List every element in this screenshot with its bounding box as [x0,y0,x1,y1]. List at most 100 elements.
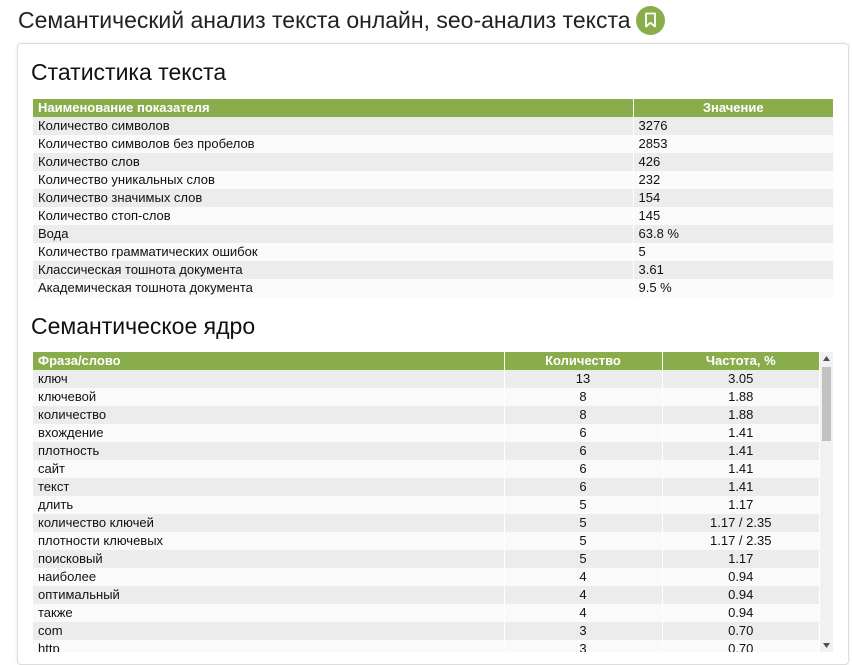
semantic-frequency: 1.41 [662,424,819,442]
stats-header-value: Значение [633,99,833,117]
semantic-frequency: 0.94 [662,568,819,586]
semantic-phrase: длить [33,496,505,514]
stats-metric-name: Академическая тошнота документа [33,279,634,297]
semantic-frequency: 0.94 [662,604,819,622]
semantic-count: 4 [504,586,663,604]
stats-header-row: Наименование показателя Значение [33,99,833,117]
semantic-frequency: 1.88 [662,388,819,406]
semantic-row: также 4 0.94 [33,604,819,622]
semantic-row: сайт 6 1.41 [33,460,819,478]
semantic-row: http 3 0.70 [33,640,819,652]
semantic-count: 6 [504,442,663,460]
stats-metric-name: Количество значимых слов [33,189,634,207]
stats-metric-name: Количество символов без пробелов [33,135,634,153]
semantic-frequency: 1.17 [662,496,819,514]
stats-metric-value: 9.5 % [633,279,833,297]
semantic-phrase: плотности ключевых [33,532,505,550]
bookmark-icon [644,12,656,28]
semantic-header-row: Фраза/слово Количество Частота, % [33,352,819,370]
stats-row: Академическая тошнота документа 9.5 % [33,279,833,297]
stats-row: Количество уникальных слов 232 [33,171,833,189]
semantic-count: 8 [504,388,663,406]
stats-row: Количество слов 426 [33,153,833,171]
stats-row: Количество стоп-слов 145 [33,207,833,225]
semantic-count: 8 [504,406,663,424]
semantic-row: ключ 13 3.05 [33,370,819,388]
stats-metric-name: Количество грамматических ошибок [33,243,634,261]
semantic-phrase: сайт [33,460,505,478]
semantic-count: 4 [504,604,663,622]
semantic-count: 5 [504,550,663,568]
scroll-down-arrow[interactable] [820,639,833,652]
semantic-phrase: com [33,622,505,640]
stats-row: Классическая тошнота документа 3.61 [33,261,833,279]
semantic-frequency: 1.17 [662,550,819,568]
semantic-row: com 3 0.70 [33,622,819,640]
semantic-phrase: количество [33,406,505,424]
stats-row: Количество символов без пробелов 2853 [33,135,833,153]
stats-metric-value: 232 [633,171,833,189]
stats-section-title: Статистика текста [31,59,227,85]
semantic-phrase: также [33,604,505,622]
stats-row: Количество грамматических ошибок 5 [33,243,833,261]
semantic-section-title: Семантическое ядро [31,313,256,339]
semantic-count: 3 [504,622,663,640]
semantic-frequency: 3.05 [662,370,819,388]
semantic-frequency: 1.17 / 2.35 [662,532,819,550]
scroll-thumb[interactable] [822,367,831,441]
semantic-frequency: 1.41 [662,442,819,460]
stats-metric-name: Классическая тошнота документа [33,261,634,279]
stats-metric-value: 63.8 % [633,225,833,243]
stats-metric-name: Количество уникальных слов [33,171,634,189]
semantic-phrase: количество ключей [33,514,505,532]
semantic-count: 3 [504,640,663,652]
stats-metric-value: 5 [633,243,833,261]
stats-metric-value: 3.61 [633,261,833,279]
stats-metric-name: Количество символов [33,117,634,135]
stats-metric-name: Количество слов [33,153,634,171]
semantic-row: плотности ключевых 5 1.17 / 2.35 [33,532,819,550]
scrollbar[interactable] [820,352,833,652]
semantic-frequency: 1.17 / 2.35 [662,514,819,532]
semantic-frequency: 1.41 [662,478,819,496]
semantic-count: 5 [504,514,663,532]
semantic-count: 4 [504,568,663,586]
semantic-row: длить 5 1.17 [33,496,819,514]
bookmark-button[interactable] [635,5,665,35]
semantic-table-scroll[interactable]: Фраза/слово Количество Частота, % ключ 13… [33,352,833,652]
semantic-phrase: плотность [33,442,505,460]
semantic-frequency: 0.70 [662,622,819,640]
stats-table: Наименование показателя Значение Количес… [33,99,833,297]
semantic-phrase: вхождение [33,424,505,442]
scroll-up-arrow[interactable] [820,352,833,365]
semantic-phrase: http [33,640,505,652]
stats-metric-value: 154 [633,189,833,207]
semantic-row: плотность 6 1.41 [33,442,819,460]
semantic-count: 6 [504,460,663,478]
semantic-phrase: текст [33,478,505,496]
semantic-phrase: оптимальный [33,586,505,604]
stats-metric-name: Количество стоп-слов [33,207,634,225]
page-title: Семантический анализ текста онлайн, seo-… [18,6,631,33]
semantic-row: ключевой 8 1.88 [33,388,819,406]
semantic-header-frequency: Частота, % [662,352,819,370]
semantic-frequency: 1.41 [662,460,819,478]
semantic-row: оптимальный 4 0.94 [33,586,819,604]
stats-metric-value: 145 [633,207,833,225]
semantic-count: 13 [504,370,663,388]
semantic-phrase: ключевой [33,388,505,406]
semantic-row: количество ключей 5 1.17 / 2.35 [33,514,819,532]
semantic-row: вхождение 6 1.41 [33,424,819,442]
stats-row: Количество символов 3276 [33,117,833,135]
semantic-row: поисковый 5 1.17 [33,550,819,568]
semantic-phrase: поисковый [33,550,505,568]
semantic-count: 5 [504,532,663,550]
semantic-row: наиболее 4 0.94 [33,568,819,586]
semantic-table: Фраза/слово Количество Частота, % ключ 13… [33,352,819,652]
semantic-header-phrase: Фраза/слово [33,352,505,370]
results-card: Статистика текста Наименование показател… [17,43,849,665]
page-header: Семантический анализ текста онлайн, seo-… [18,4,665,36]
semantic-header-count: Количество [504,352,663,370]
semantic-frequency: 0.94 [662,586,819,604]
stats-metric-value: 2853 [633,135,833,153]
